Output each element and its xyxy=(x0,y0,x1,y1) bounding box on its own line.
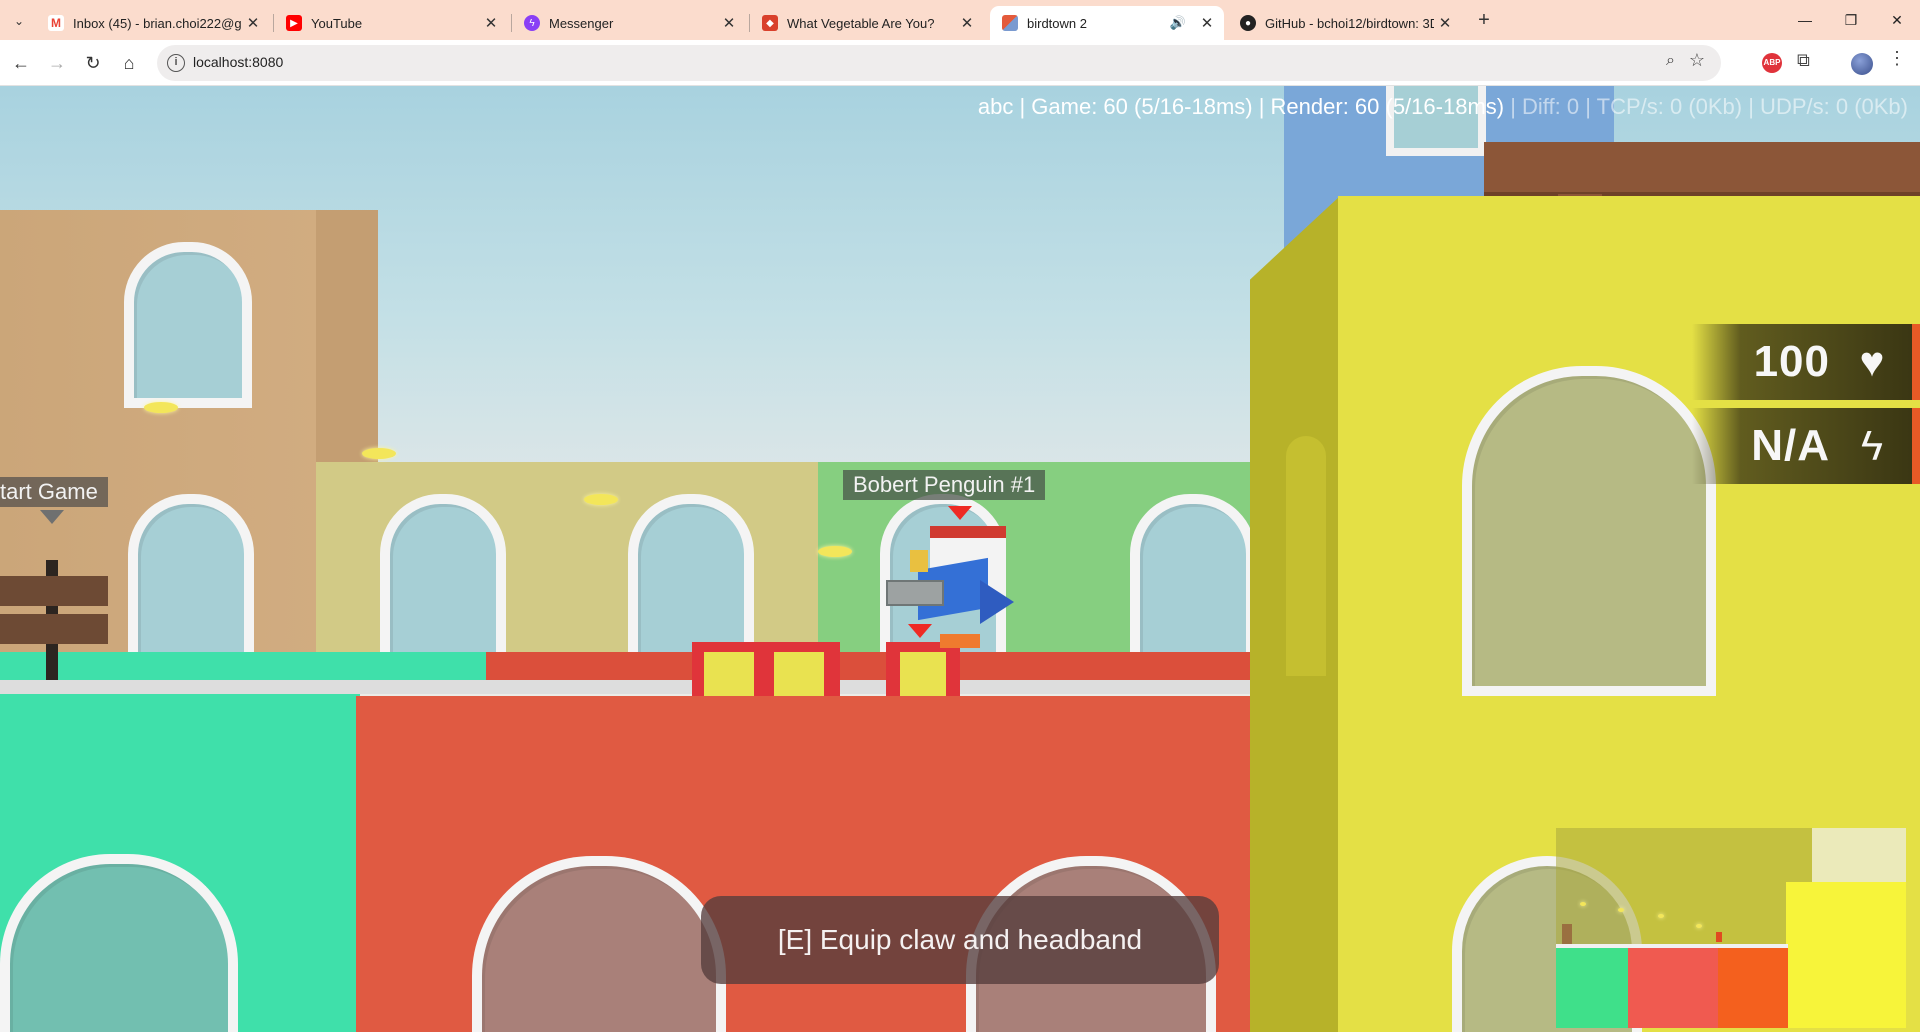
close-tab-icon[interactable]: ✕ xyxy=(1434,14,1456,32)
bookmark-star-icon[interactable]: ☆ xyxy=(1689,50,1705,71)
equip-prompt: [E] Equip claw and headband xyxy=(701,896,1219,984)
youtube-icon: ▶ xyxy=(286,15,302,31)
gmail-icon: M xyxy=(48,15,64,31)
teal-ledge xyxy=(0,652,490,682)
energy-value: N/A xyxy=(1751,421,1830,470)
new-tab-button[interactable]: + xyxy=(1470,6,1498,34)
reload-icon[interactable]: ↻ xyxy=(78,48,108,78)
player-bird-beak xyxy=(910,550,928,572)
lightning-bolt-icon: ϟ xyxy=(1860,422,1884,469)
tan-building-lower-window xyxy=(128,494,254,654)
birdtown-icon xyxy=(1002,15,1018,31)
heart-icon: ♥ xyxy=(1859,338,1885,385)
minimap-player-marker xyxy=(1716,932,1722,942)
olive-building-window xyxy=(628,494,754,654)
crate-yellow-panel xyxy=(774,652,824,696)
profile-avatar[interactable] xyxy=(1851,53,1873,75)
player-marker-top xyxy=(948,506,972,520)
tab-github[interactable]: ● GitHub - bchoi12/birdtown: 3D ✕ xyxy=(1228,6,1462,40)
game-viewport[interactable]: tart Game Bobert Penguin #1 abc | Game: … xyxy=(0,86,1920,1032)
tan-building-window xyxy=(124,242,252,408)
minimap-coin xyxy=(1618,908,1624,912)
back-arrow-icon[interactable]: ← xyxy=(6,48,36,78)
tab-vegetable-quiz[interactable]: ◆ What Vegetable Are You? ✕ xyxy=(750,6,984,40)
tab-title: YouTube xyxy=(311,15,363,31)
tab-messenger[interactable]: ϟ Messenger ✕ xyxy=(512,6,746,40)
minimap-red-block xyxy=(1628,948,1718,1028)
player-claw-weapon xyxy=(886,580,944,606)
zoom-icon[interactable]: ⌕ xyxy=(1666,52,1675,70)
crate-yellow-panel xyxy=(900,652,946,696)
player-nametag: Bobert Penguin #1 xyxy=(843,470,1046,500)
forward-arrow-icon[interactable]: → xyxy=(42,48,72,78)
menu-kebab-icon[interactable]: ⋮ xyxy=(1888,48,1906,69)
start-game-pointer xyxy=(40,510,64,524)
tab-title: birdtown 2 xyxy=(1027,15,1087,31)
floating-coin xyxy=(362,448,396,459)
browser-toolbar: ← → ↻ ⌂ i localhost:8080 ⌕ ☆ ABP ⧉ ⋮ xyxy=(0,40,1920,86)
tab-title: Inbox (45) - brian.choi222@gm xyxy=(73,15,242,31)
green-building-window xyxy=(1130,494,1256,654)
floating-coin xyxy=(584,494,618,505)
health-value: 100 xyxy=(1753,337,1830,386)
player-bird-feet xyxy=(940,634,980,648)
tab-title: Messenger xyxy=(549,15,614,31)
stats-main: abc | Game: 60 (5/16-18ms) | Render: 60 … xyxy=(977,94,1505,119)
minimize-button[interactable]: — xyxy=(1782,0,1828,40)
tab-gmail[interactable]: M Inbox (45) - brian.choi222@gm ✕ xyxy=(36,6,270,40)
minimap-teal-block xyxy=(1556,948,1628,1028)
quiz-icon: ◆ xyxy=(762,15,778,31)
tab-strip: ⌄ M Inbox (45) - brian.choi222@gm ✕ ▶ Yo… xyxy=(0,0,1920,40)
signpost-board xyxy=(0,614,108,644)
health-panel: 100 ♥ xyxy=(1692,324,1920,400)
walkway-edge xyxy=(0,680,1300,694)
close-window-button[interactable]: ✕ xyxy=(1874,0,1920,40)
tab-youtube[interactable]: ▶ YouTube ✕ xyxy=(274,6,508,40)
minimap-yellow-block xyxy=(1786,882,1906,1028)
floating-coin xyxy=(144,402,178,413)
restore-button[interactable]: ❐ xyxy=(1828,0,1874,40)
site-info-icon[interactable]: i xyxy=(167,54,185,72)
minimap-coin xyxy=(1580,902,1586,906)
close-tab-icon[interactable]: ✕ xyxy=(242,14,264,32)
tab-birdtown[interactable]: birdtown 2 🔊 ✕ xyxy=(990,6,1224,40)
olive-building-window xyxy=(380,494,506,654)
start-game-sign[interactable]: tart Game xyxy=(0,477,108,507)
minimap-orange-block xyxy=(1718,948,1788,1028)
crate-yellow-panel xyxy=(704,652,754,696)
speaker-icon[interactable]: 🔊 xyxy=(1166,15,1190,31)
url-text[interactable]: localhost:8080 xyxy=(193,54,283,70)
github-icon: ● xyxy=(1240,15,1256,31)
close-tab-icon[interactable]: ✕ xyxy=(956,14,978,32)
close-tab-icon[interactable]: ✕ xyxy=(1196,14,1218,32)
minimap-signpost xyxy=(1562,924,1572,944)
red-ledge xyxy=(486,652,1252,682)
extensions-puzzle-icon[interactable]: ⧉ xyxy=(1797,50,1810,71)
player-marker-bottom xyxy=(908,624,932,638)
tab-title: GitHub - bchoi12/birdtown: 3D xyxy=(1265,15,1434,31)
player-bird-tail xyxy=(980,580,1014,624)
messenger-icon: ϟ xyxy=(524,15,540,31)
floating-coin xyxy=(818,546,852,557)
tab-search-chevron-icon[interactable]: ⌄ xyxy=(6,8,32,34)
minimap-coin xyxy=(1658,914,1664,918)
close-tab-icon[interactable]: ✕ xyxy=(718,14,740,32)
home-icon[interactable]: ⌂ xyxy=(114,48,144,78)
adblock-extension-icon[interactable]: ABP xyxy=(1762,53,1782,73)
stats-extra: | Diff: 0 | TCP/s: 0 (0Kb) | UDP/s: 0 (0… xyxy=(1504,94,1908,119)
yellow-building-window xyxy=(1462,366,1716,696)
yellow-building-side-arch xyxy=(1286,436,1326,676)
energy-panel: N/A ϟ xyxy=(1692,408,1920,484)
address-bar[interactable]: i localhost:8080 ⌕ ☆ xyxy=(157,45,1721,81)
close-tab-icon[interactable]: ✕ xyxy=(480,14,502,32)
minimap xyxy=(1556,828,1906,1028)
signpost-board xyxy=(0,576,108,606)
performance-stats: abc | Game: 60 (5/16-18ms) | Render: 60 … xyxy=(978,94,1908,120)
minimap-coin xyxy=(1696,924,1702,928)
tab-title: What Vegetable Are You? xyxy=(787,15,935,31)
minimap-walkway xyxy=(1556,944,1788,948)
